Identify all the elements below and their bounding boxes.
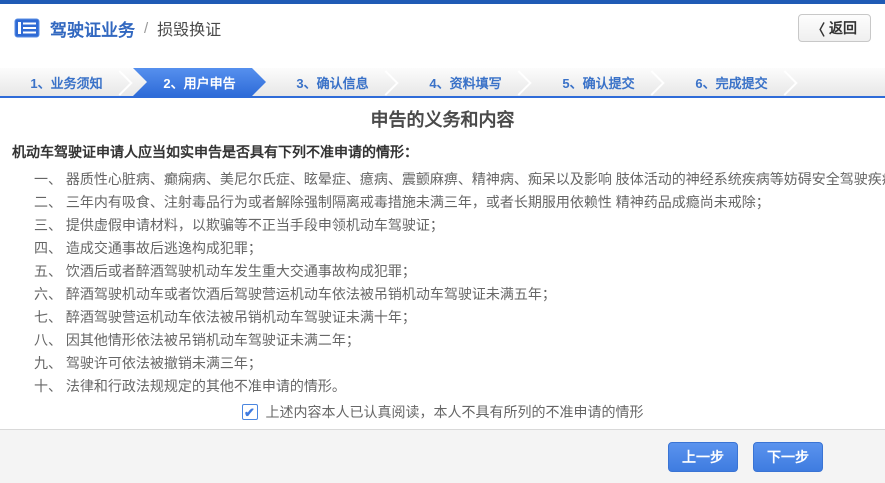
step-4-fill-data: 4、资料填写	[399, 68, 532, 96]
list-item: 七、 醉酒驾驶营运机动车依法被吊销机动车驾驶证未满十年；	[34, 306, 873, 329]
step-2-user-declaration: 2、用户申告	[133, 68, 266, 96]
list-item: 四、 造成交通事故后逃逸构成犯罪；	[34, 237, 873, 260]
agreement-checkbox[interactable]: ✔	[242, 404, 258, 420]
breadcrumb-section[interactable]: 驾驶证业务	[50, 16, 135, 41]
page-title: 申告的义务和内容	[0, 108, 885, 132]
list-item: 六、 醉酒驾驶机动车或者饮酒后驾驶营运机动车依法被吊销机动车驾驶证未满五年；	[34, 283, 873, 306]
step-label: 1、业务须知	[30, 73, 102, 92]
previous-step-button[interactable]: 上一步	[668, 442, 738, 472]
page-header: 驾驶证业务 / 损毁换证 〈 返回	[0, 4, 885, 52]
list-item: 五、 饮酒后或者醉酒驾驶机动车发生重大交通事故构成犯罪；	[34, 260, 873, 283]
list-item: 十、 法律和行政法规规定的其他不准申请的情形。	[34, 375, 873, 398]
restriction-list: 一、 器质性心脏病、癫痫病、美尼尔氏症、眩晕症、癔病、震颤麻痹、精神病、痴呆以及…	[0, 168, 885, 398]
step-6-complete-submit: 6、完成提交	[665, 68, 798, 96]
step-label: 6、完成提交	[695, 73, 767, 92]
agreement-row: ✔ 上述内容本人已认真阅读，本人不具有所列的不准申请的情形	[0, 402, 885, 422]
wizard-step-bar: 1、业务须知 2、用户申告 3、确认信息 4、资料填写 5、确认提交 6、完成提…	[0, 68, 885, 98]
step-5-confirm-submit: 5、确认提交	[532, 68, 665, 96]
back-button-label: 返回	[829, 18, 857, 38]
step-label: 5、确认提交	[562, 73, 634, 92]
step-1-business-notice: 1、业务须知	[0, 68, 133, 96]
license-list-icon	[14, 18, 40, 38]
list-item: 九、 驾驶许可依法被撤销未满三年；	[34, 352, 873, 375]
chevron-left-icon: 〈	[812, 17, 825, 39]
checkmark-icon: ✔	[244, 406, 255, 419]
back-button[interactable]: 〈 返回	[798, 14, 871, 42]
step-label: 4、资料填写	[429, 73, 501, 92]
list-item: 八、 因其他情形依法被吊销机动车驾驶证未满二年；	[34, 329, 873, 352]
breadcrumb-current: 损毁换证	[157, 16, 221, 40]
breadcrumb-separator: /	[144, 20, 148, 37]
next-step-button[interactable]: 下一步	[753, 442, 823, 472]
list-item: 二、 三年内有吸食、注射毒品行为或者解除强制隔离戒毒措施未满三年，或者长期服用依…	[34, 191, 873, 214]
agreement-label[interactable]: 上述内容本人已认真阅读，本人不具有所列的不准申请的情形	[266, 402, 644, 422]
list-item: 三、 提供虚假申请材料，以欺骗等不正当手段申领机动车驾驶证；	[34, 214, 873, 237]
step-label: 3、确认信息	[296, 73, 368, 92]
declaration-intro: 机动车驾驶证申请人应当如实申告是否具有下列不准申请的情形：	[0, 142, 885, 162]
list-item: 一、 器质性心脏病、癫痫病、美尼尔氏症、眩晕症、癔病、震颤麻痹、精神病、痴呆以及…	[34, 168, 873, 191]
main-content: 申告的义务和内容 机动车驾驶证申请人应当如实申告是否具有下列不准申请的情形： 一…	[0, 108, 885, 422]
step-bar-filler	[798, 68, 885, 96]
footer-action-bar: 上一步 下一步	[0, 429, 885, 483]
step-3-confirm-info: 3、确认信息	[266, 68, 399, 96]
step-label: 2、用户申告	[163, 73, 235, 92]
